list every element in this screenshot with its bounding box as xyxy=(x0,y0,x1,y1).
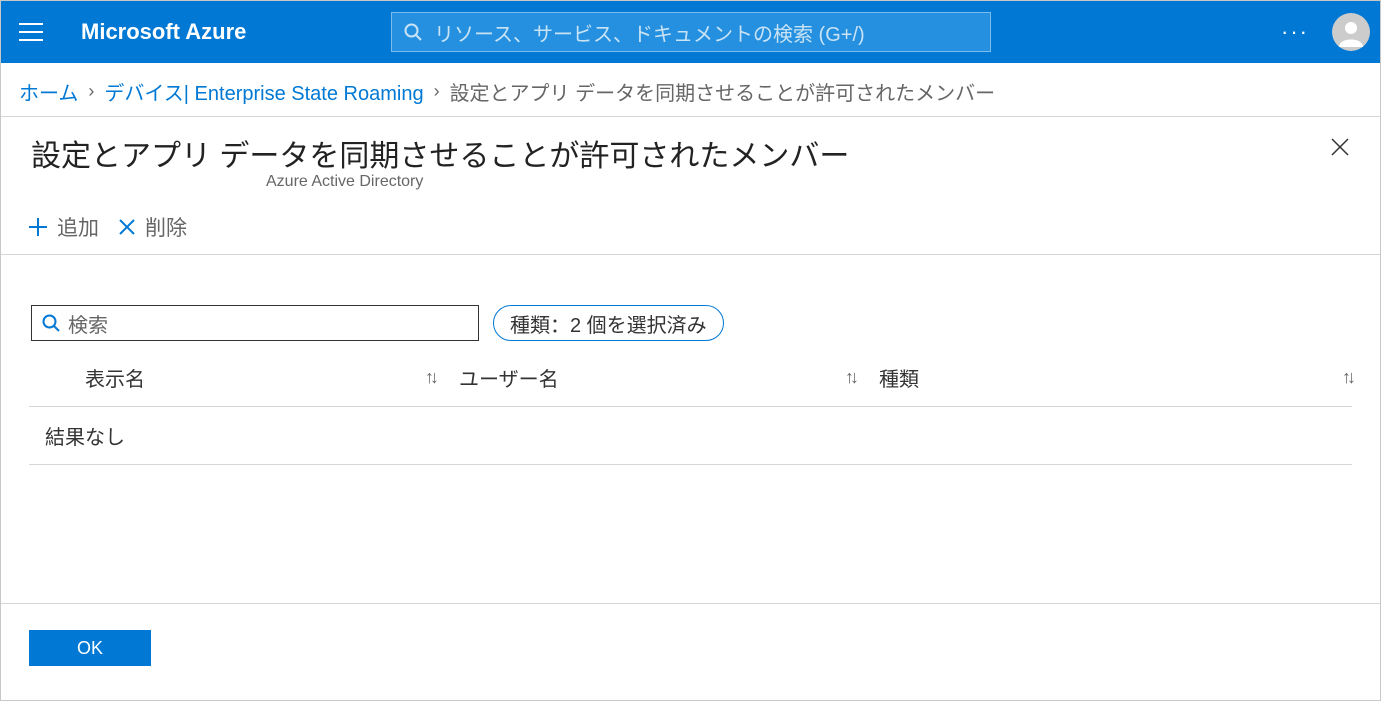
chevron-right-icon: › xyxy=(88,81,94,102)
user-icon xyxy=(1336,17,1366,47)
filter-row: 検索 種類：2 個を選択済み xyxy=(1,255,1380,341)
table-empty-text: 結果なし xyxy=(45,427,125,449)
column-header-user-name[interactable]: ユーザー名 ↑↓ xyxy=(459,363,879,392)
column-header-kind[interactable]: 種類 ↑↓ xyxy=(879,363,1352,392)
table-empty-row: 結果なし xyxy=(29,407,1352,465)
page-title: 設定とアプリ データを同期させることが許可されたメンバー xyxy=(31,131,849,175)
global-search-placeholder: リソース、サービス、ドキュメントの検索 (G+/) xyxy=(434,18,865,47)
table-search-input[interactable]: 検索 xyxy=(31,305,479,341)
user-avatar[interactable] xyxy=(1332,13,1370,51)
members-table: 表示名 ↑↓ ユーザー名 ↑↓ 種類 ↑↓ 結果なし xyxy=(29,363,1352,465)
hamburger-icon xyxy=(19,23,43,41)
sort-icon: ↑↓ xyxy=(425,367,459,388)
ok-button[interactable]: OK xyxy=(29,630,151,666)
delete-button[interactable]: 削除 xyxy=(117,212,187,242)
add-button[interactable]: 追加 xyxy=(27,212,99,242)
more-menu-button[interactable]: ··· xyxy=(1270,19,1320,45)
top-bar: Microsoft Azure リソース、サービス、ドキュメントの検索 (G+/… xyxy=(1,1,1380,63)
close-button[interactable] xyxy=(1318,131,1362,168)
global-search-input[interactable]: リソース、サービス、ドキュメントの検索 (G+/) xyxy=(391,12,991,52)
breadcrumb: ホーム › デバイス| Enterprise State Roaming › 設… xyxy=(1,63,1380,117)
breadcrumb-home-link[interactable]: ホーム xyxy=(19,77,78,106)
add-button-label: 追加 xyxy=(57,212,99,242)
page-subtitle: Azure Active Directory xyxy=(266,173,849,191)
column-header-user-name-label: ユーザー名 xyxy=(459,363,559,392)
delete-button-label: 削除 xyxy=(145,212,187,242)
column-header-display-name-label: 表示名 xyxy=(85,363,145,392)
breadcrumb-current: 設定とアプリ データを同期させることが許可されたメンバー xyxy=(450,77,996,106)
page-header: 設定とアプリ データを同期させることが許可されたメンバー Azure Activ… xyxy=(1,117,1380,191)
chevron-right-icon: › xyxy=(434,81,440,102)
plus-icon xyxy=(27,216,49,238)
footer-bar: OK xyxy=(1,603,1380,700)
breadcrumb-devices-link[interactable]: デバイス| Enterprise State Roaming xyxy=(104,77,423,106)
table-search-placeholder: 検索 xyxy=(68,309,108,338)
brand-label: Microsoft Azure xyxy=(81,19,246,45)
x-icon xyxy=(117,217,137,237)
search-icon xyxy=(404,23,422,41)
command-bar: 追加 削除 xyxy=(1,209,1380,255)
column-header-kind-label: 種類 xyxy=(879,363,919,392)
sort-icon: ↑↓ xyxy=(845,367,879,388)
hamburger-menu-button[interactable] xyxy=(1,1,61,63)
table-header-row: 表示名 ↑↓ ユーザー名 ↑↓ 種類 ↑↓ xyxy=(29,363,1352,407)
close-icon xyxy=(1330,137,1350,157)
type-filter-label: 種類：2 個を選択済み xyxy=(510,309,707,338)
type-filter-pill[interactable]: 種類：2 個を選択済み xyxy=(493,305,724,341)
column-header-display-name[interactable]: 表示名 ↑↓ xyxy=(29,363,459,392)
search-icon xyxy=(42,314,60,332)
sort-icon: ↑↓ xyxy=(1342,367,1352,388)
